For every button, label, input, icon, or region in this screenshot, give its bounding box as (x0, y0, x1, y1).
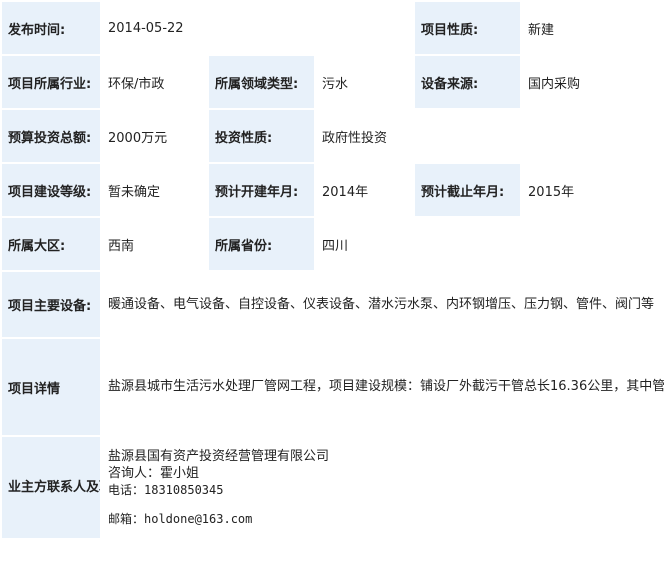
contact-spacer (108, 499, 658, 511)
row-budget: 预算投资总额: 2000万元 投资性质: 政府性投资 (2, 110, 665, 162)
investment-nature-label: 投资性质: (209, 110, 314, 162)
row-region: 所属大区: 西南 所属省份: 四川 (2, 218, 665, 270)
region-label: 所属大区: (2, 218, 100, 270)
row-construction: 项目建设等级: 暂未确定 预计开建年月: 2014年 预计截止年月: 2015年 (2, 164, 665, 216)
row-industry: 项目所属行业: 环保/市政 所属领域类型: 污水 设备来源: 国内采购 (2, 56, 665, 108)
end-year-label: 预计截止年月: (415, 164, 521, 216)
main-equipment-label: 项目主要设备: (2, 272, 100, 337)
industry-value: 环保/市政 (102, 56, 207, 108)
project-nature-label: 项目性质: (415, 2, 521, 54)
domain-type-label: 所属领域类型: (209, 56, 314, 108)
investment-nature-value: 政府性投资 (316, 110, 665, 162)
contact-person: 咨询人：霍小姐 (108, 465, 200, 481)
domain-type-value: 污水 (316, 56, 414, 108)
start-year-value: 2014年 (316, 164, 414, 216)
contact-phone: 电话：18310850345 (108, 482, 224, 497)
project-nature-value: 新建 (522, 2, 665, 54)
construction-level-label: 项目建设等级: (2, 164, 100, 216)
contact-label: 业主方联系人及联系方式: (2, 437, 100, 538)
contact-block: 盐源县国有资产投资经营管理有限公司 咨询人：霍小姐 电话：18310850345… (102, 437, 665, 538)
row-publish-time: 发布时间: 2014-05-22 项目性质: 新建 (2, 2, 665, 54)
publish-time-value: 2014-05-22 (102, 2, 414, 54)
row-detail: 项目详情 盐源县城市生活污水处理厂管网工程，项目建设规模：铺设厂外截污干管总长1… (2, 339, 665, 435)
publish-time-label: 发布时间: (2, 2, 100, 54)
region-value: 西南 (102, 218, 207, 270)
main-equipment-value: 暖通设备、电气设备、自控设备、仪表设备、潜水污水泵、内环钢增压、压力钢、管件、阀… (102, 272, 665, 337)
detail-label: 项目详情 (2, 339, 100, 435)
budget-label: 预算投资总额: (2, 110, 100, 162)
equipment-source-label: 设备来源: (415, 56, 521, 108)
project-info-table: 发布时间: 2014-05-22 项目性质: 新建 项目所属行业: 环保/市政 … (0, 0, 666, 540)
province-label: 所属省份: (209, 218, 314, 270)
detail-value: 盐源县城市生活污水处理厂管网工程，项目建设规模：铺设厂外截污干管总长16.36公… (102, 339, 665, 435)
contact-email: 邮箱：holdone@163.com (108, 511, 253, 526)
equipment-source-value: 国内采购 (522, 56, 665, 108)
row-main-equipment: 项目主要设备: 暖通设备、电气设备、自控设备、仪表设备、潜水污水泵、内环钢增压、… (2, 272, 665, 337)
row-contact: 业主方联系人及联系方式: 盐源县国有资产投资经营管理有限公司 咨询人：霍小姐 电… (2, 437, 665, 538)
province-value: 四川 (316, 218, 665, 270)
construction-level-value: 暂未确定 (102, 164, 207, 216)
start-year-label: 预计开建年月: (209, 164, 314, 216)
budget-value: 2000万元 (102, 110, 207, 162)
owner-company: 盐源县国有资产投资经营管理有限公司 (108, 448, 330, 464)
industry-label: 项目所属行业: (2, 56, 100, 108)
end-year-value: 2015年 (522, 164, 665, 216)
